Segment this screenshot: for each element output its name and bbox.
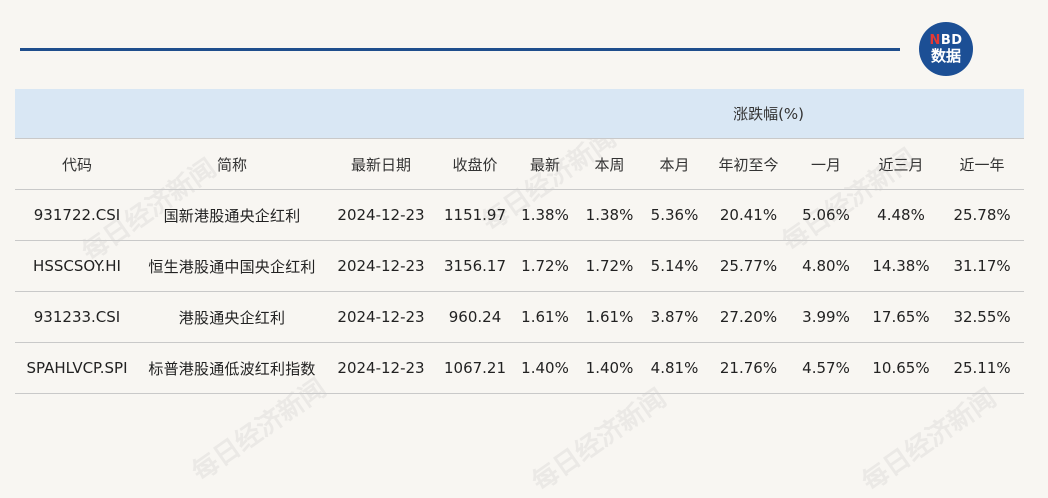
- change-pct-group-header: 涨跌幅(%): [513, 89, 1025, 139]
- column-header: 收盘价: [437, 138, 513, 190]
- cell-date: 2024-12-23: [325, 291, 437, 343]
- cell-month: 5.14%: [642, 240, 707, 292]
- column-header: 近三月: [862, 138, 940, 190]
- table-row: SPAHLVCP.SPI 标普港股通低波红利指数 2024-12-23 1067…: [15, 342, 1025, 394]
- cell-3m: 17.65%: [862, 291, 940, 343]
- nbd-logo: NBD 数据: [919, 22, 973, 76]
- column-header: 本周: [577, 138, 642, 190]
- logo-subtitle: 数据: [930, 47, 961, 65]
- cell-ytd: 21.76%: [707, 342, 790, 394]
- cell-name: 港股通央企红利: [139, 291, 325, 343]
- cell-date: 2024-12-23: [325, 342, 437, 394]
- cell-month: 4.81%: [642, 342, 707, 394]
- cell-ytd: 25.77%: [707, 240, 790, 292]
- cell-1m: 4.57%: [790, 342, 862, 394]
- cell-week: 1.72%: [577, 240, 642, 292]
- table-row: 931722.CSI 国新港股通央企红利 2024-12-23 1151.97 …: [15, 189, 1025, 241]
- cell-1m: 4.80%: [790, 240, 862, 292]
- index-data-table: 涨跌幅(%) 代码 简称 最新日期 收盘价 最新 本周 本月 年初至今 一月 近…: [15, 89, 1025, 394]
- cell-latest: 1.40%: [513, 342, 577, 394]
- cell-code: HSSCSOY.HI: [15, 240, 139, 292]
- watermark-text: 每日经济新闻: [526, 383, 672, 498]
- cell-ytd: 20.41%: [707, 189, 790, 241]
- cell-month: 3.87%: [642, 291, 707, 343]
- cell-1m: 3.99%: [790, 291, 862, 343]
- cell-ytd: 27.20%: [707, 291, 790, 343]
- cell-month: 5.36%: [642, 189, 707, 241]
- cell-latest: 1.61%: [513, 291, 577, 343]
- column-header: 最新: [513, 138, 577, 190]
- cell-1y: 32.55%: [940, 291, 1025, 343]
- cell-code: SPAHLVCP.SPI: [15, 342, 139, 394]
- header-spacer: [15, 89, 513, 139]
- column-header: 最新日期: [325, 138, 437, 190]
- cell-1y: 31.17%: [940, 240, 1025, 292]
- column-header: 简称: [139, 138, 325, 190]
- logo-letters-bd: BD: [940, 33, 963, 48]
- cell-latest: 1.38%: [513, 189, 577, 241]
- logo-brand-text: NBD: [929, 34, 962, 47]
- table-column-header-row: 代码 简称 最新日期 收盘价 最新 本周 本月 年初至今 一月 近三月 近一年: [15, 138, 1025, 190]
- cell-3m: 4.48%: [862, 189, 940, 241]
- cell-close: 3156.17: [437, 240, 513, 292]
- watermark-text: 每日经济新闻: [856, 383, 1002, 498]
- table-group-header-row: 涨跌幅(%): [15, 89, 1025, 139]
- table-row: HSSCSOY.HI 恒生港股通中国央企红利 2024-12-23 3156.1…: [15, 240, 1025, 292]
- cell-code: 931233.CSI: [15, 291, 139, 343]
- cell-close: 1151.97: [437, 189, 513, 241]
- cell-latest: 1.72%: [513, 240, 577, 292]
- cell-week: 1.40%: [577, 342, 642, 394]
- cell-name: 恒生港股通中国央企红利: [139, 240, 325, 292]
- column-header: 代码: [15, 138, 139, 190]
- cell-1y: 25.11%: [940, 342, 1025, 394]
- cell-date: 2024-12-23: [325, 189, 437, 241]
- cell-name: 国新港股通央企红利: [139, 189, 325, 241]
- cell-close: 960.24: [437, 291, 513, 343]
- column-header: 近一年: [940, 138, 1025, 190]
- column-header: 一月: [790, 138, 862, 190]
- table-row: 931233.CSI 港股通央企红利 2024-12-23 960.24 1.6…: [15, 291, 1025, 343]
- column-header: 本月: [642, 138, 707, 190]
- cell-1y: 25.78%: [940, 189, 1025, 241]
- cell-3m: 10.65%: [862, 342, 940, 394]
- cell-date: 2024-12-23: [325, 240, 437, 292]
- column-header: 年初至今: [707, 138, 790, 190]
- cell-name: 标普港股通低波红利指数: [139, 342, 325, 394]
- cell-week: 1.38%: [577, 189, 642, 241]
- cell-close: 1067.21: [437, 342, 513, 394]
- top-divider-line: [20, 48, 900, 51]
- cell-1m: 5.06%: [790, 189, 862, 241]
- cell-code: 931722.CSI: [15, 189, 139, 241]
- cell-week: 1.61%: [577, 291, 642, 343]
- logo-letter-n: N: [929, 33, 941, 48]
- cell-3m: 14.38%: [862, 240, 940, 292]
